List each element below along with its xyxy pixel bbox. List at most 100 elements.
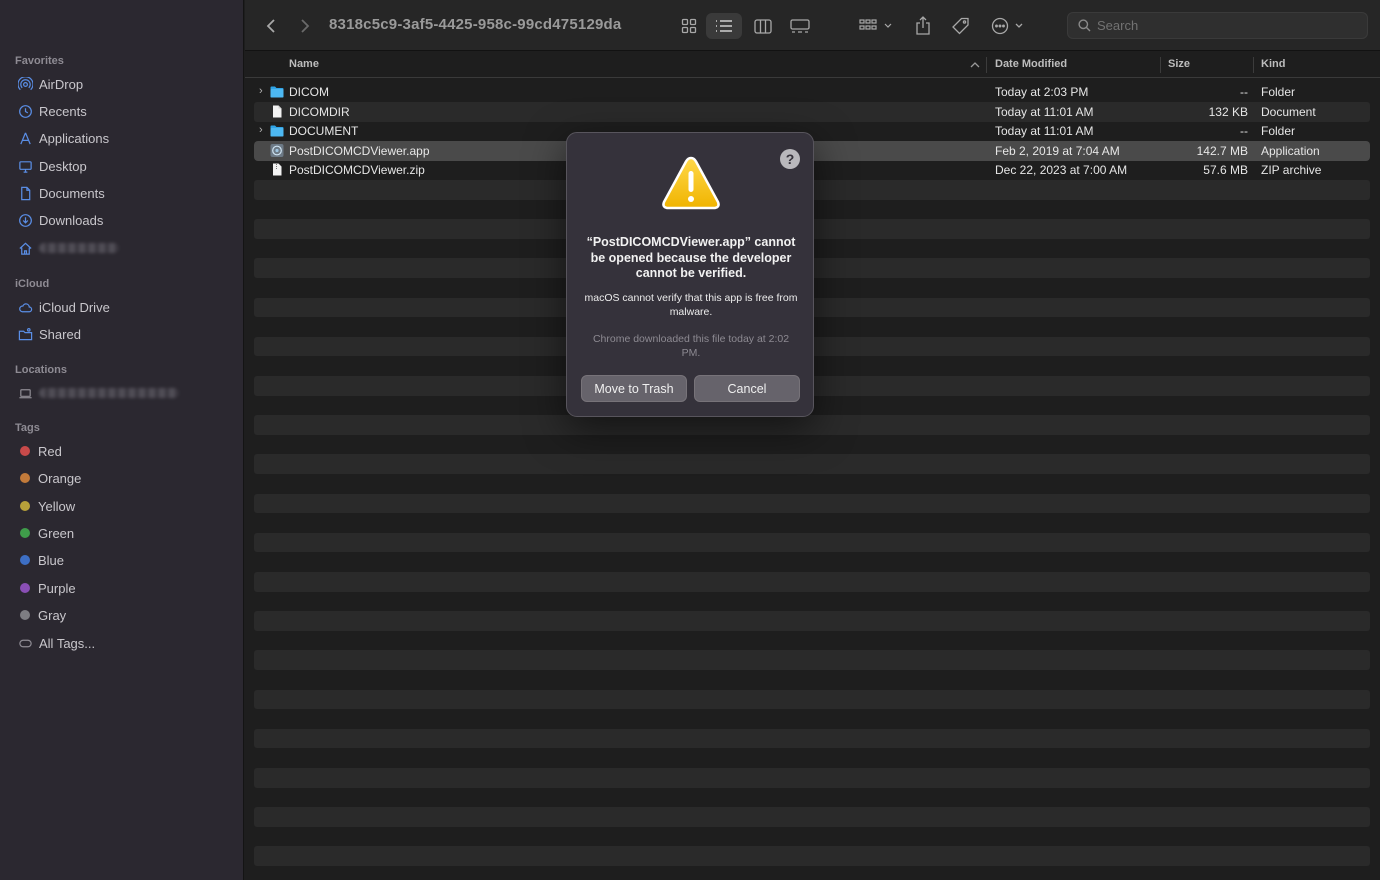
file-row[interactable]: DICOMDIR Today at 11:01 AM 132 KB Docume… — [254, 102, 1370, 122]
sidebar-tag-gray[interactable]: Gray — [0, 603, 244, 627]
sidebar-item-desktop[interactable]: Desktop — [0, 154, 244, 178]
sidebar-item-shared[interactable]: Shared — [0, 322, 244, 346]
security-alert-dialog: ? “PostDICOMCDViewer.app” cannot be open… — [566, 132, 814, 417]
sidebar-item-label: Blue — [38, 552, 65, 568]
icon-view-button[interactable] — [677, 13, 701, 39]
home-icon — [17, 240, 33, 256]
empty-stripe-row — [254, 611, 1370, 631]
download-icon — [17, 212, 33, 228]
empty-stripe-row — [254, 768, 1370, 788]
group-by-button[interactable] — [858, 13, 894, 39]
empty-stripe-row — [254, 846, 1370, 866]
sidebar-item-recents[interactable]: Recents — [0, 99, 244, 123]
file-icon — [273, 105, 282, 118]
share-icon — [916, 16, 930, 35]
search-field[interactable] — [1067, 12, 1368, 39]
sidebar-item-label: Shared — [39, 326, 81, 342]
sidebar-tag-blue[interactable]: Blue — [0, 548, 244, 572]
back-button[interactable] — [261, 13, 281, 39]
sidebar-item-label: Documents — [39, 185, 105, 201]
empty-stripe-row — [254, 689, 1370, 710]
gallery-view-button[interactable] — [787, 13, 813, 39]
file-kind: Folder — [1261, 85, 1296, 99]
disclosure-triangle-icon[interactable]: › — [259, 124, 263, 136]
cloud-icon — [17, 299, 33, 315]
file-size: -- — [1240, 85, 1248, 99]
file-date: Today at 11:01 AM — [995, 124, 1094, 138]
file-name: DICOMDIR — [289, 105, 350, 119]
move-to-trash-button[interactable]: Move to Trash — [581, 375, 687, 402]
sidebar-item-label: Recents — [39, 103, 87, 119]
sidebar-item-label: Yellow — [38, 498, 76, 514]
column-divider[interactable] — [986, 57, 987, 73]
column-name-header[interactable]: Name — [289, 58, 319, 70]
chevron-right-icon — [301, 19, 310, 33]
sidebar-item-icloud-drive[interactable]: iCloud Drive — [0, 295, 244, 319]
sidebar-tag-purple[interactable]: Purple — [0, 576, 244, 600]
disclosure-triangle-icon[interactable]: › — [259, 85, 263, 97]
empty-stripe-row — [254, 650, 1370, 670]
empty-stripe-row — [254, 454, 1370, 474]
columns-icon — [754, 18, 772, 34]
file-name: PostDICOMCDViewer.app — [289, 144, 430, 158]
tag-icon — [952, 17, 969, 35]
file-date: Today at 2:03 PM — [995, 85, 1089, 99]
sidebar-tag-green[interactable]: Green — [0, 521, 244, 545]
finder-main: 8318c5c9-3af5-4425-958c-99cd475129da Sea… — [245, 0, 1380, 880]
sidebar-section-favorites: Favorites — [15, 55, 64, 67]
zip-file-icon — [273, 163, 282, 176]
cancel-button[interactable]: Cancel — [694, 375, 800, 402]
sidebar-section-locations: Locations — [15, 364, 67, 376]
tag-button[interactable] — [950, 13, 972, 39]
search-input[interactable] — [1097, 18, 1337, 33]
empty-stripe-row — [254, 532, 1370, 553]
sidebar-all-tags[interactable]: All Tags... — [0, 631, 244, 655]
column-divider[interactable] — [1253, 57, 1254, 73]
help-button[interactable]: ? — [780, 149, 800, 169]
column-view-button[interactable] — [751, 13, 775, 39]
sidebar-item-home[interactable] — [0, 236, 244, 260]
sidebar-item-location-computer[interactable] — [0, 381, 244, 405]
column-kind-header[interactable]: Kind — [1261, 58, 1285, 70]
column-size-header[interactable]: Size — [1168, 58, 1190, 70]
forward-button[interactable] — [295, 13, 315, 39]
sidebar-item-label: All Tags... — [39, 635, 96, 651]
sidebar-tag-red[interactable]: Red — [0, 439, 244, 463]
sidebar-tag-yellow[interactable]: Yellow — [0, 494, 244, 518]
column-divider[interactable] — [1160, 57, 1161, 73]
share-button[interactable] — [913, 13, 933, 39]
sidebar-item-documents[interactable]: Documents — [0, 181, 244, 205]
gallery-icon — [790, 18, 810, 33]
sidebar-item-label: AirDrop — [39, 76, 84, 92]
file-row[interactable]: › DICOM Today at 2:03 PM -- Folder — [254, 82, 1370, 102]
empty-stripe-row — [254, 415, 1370, 435]
shared-folder-icon — [17, 326, 33, 342]
sidebar-item-label: Green — [38, 525, 75, 541]
sort-ascending-icon — [970, 62, 980, 68]
sidebar-tag-orange[interactable]: Orange — [0, 466, 244, 490]
more-actions-button[interactable] — [990, 13, 1026, 39]
app-icon — [270, 144, 284, 157]
empty-stripe-row — [254, 728, 1370, 749]
dialog-title: “PostDICOMCDViewer.app” cannot be opened… — [586, 235, 796, 280]
folder-icon — [270, 125, 284, 137]
empty-stripe-row — [254, 493, 1370, 514]
file-size: 57.6 MB — [1203, 163, 1248, 177]
tag-color-dot — [20, 446, 30, 456]
column-date-header[interactable]: Date Modified — [995, 58, 1067, 70]
tag-color-dot — [20, 501, 30, 511]
file-kind: Application — [1261, 144, 1320, 158]
file-kind: ZIP archive — [1261, 163, 1322, 177]
desktop-icon — [17, 158, 33, 174]
document-icon — [17, 185, 33, 201]
dialog-download-note: Chrome downloaded this file today at 2:0… — [592, 333, 790, 359]
sidebar-item-airdrop[interactable]: AirDrop — [0, 72, 244, 96]
sidebar-item-label: Applications — [39, 130, 110, 146]
sidebar-item-applications[interactable]: Applications — [0, 126, 244, 150]
file-size: -- — [1240, 124, 1248, 138]
list-icon — [716, 20, 732, 32]
dialog-message: macOS cannot verify that this app is fre… — [584, 292, 798, 318]
sidebar-item-downloads[interactable]: Downloads — [0, 208, 244, 232]
list-view-button[interactable] — [706, 13, 742, 39]
laptop-icon — [17, 385, 33, 401]
